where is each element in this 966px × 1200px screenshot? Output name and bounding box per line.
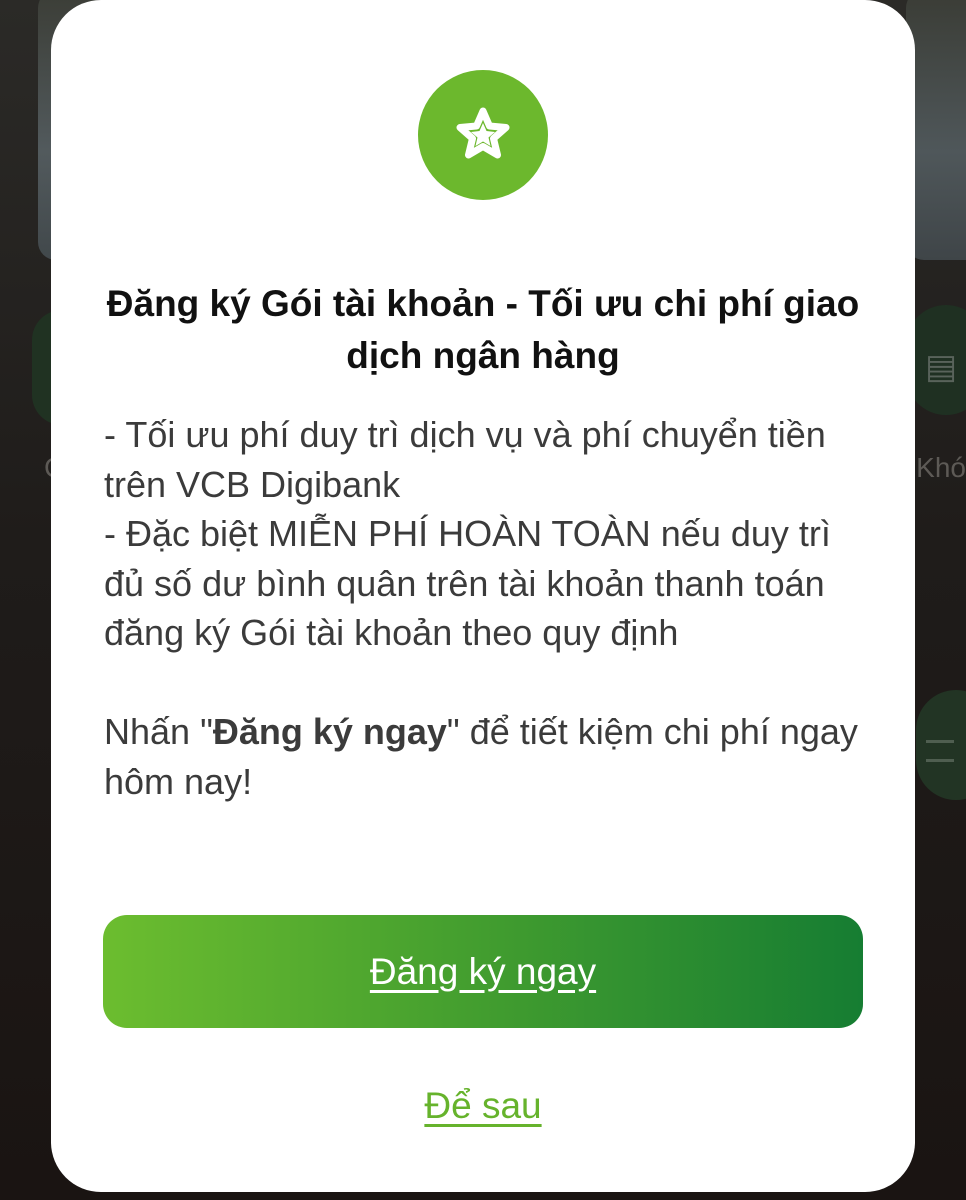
dialog-title: Đăng ký Gói tài khoản - Tối ưu chi phí g…	[106, 283, 860, 376]
cta-text: Nhấn "Đăng ký ngay" để tiết kiệm chi phí…	[104, 707, 874, 806]
card-icon: ▤	[924, 348, 958, 386]
benefit-line-1: - Tối ưu phí duy trì dịch vụ và phí chuy…	[104, 414, 826, 505]
cta-text-prefix: Nhấn "	[104, 711, 213, 752]
menu-icon	[926, 740, 954, 762]
background-card-right	[906, 0, 966, 260]
later-link[interactable]: Để sau	[51, 1085, 915, 1127]
star-badge-icon	[418, 70, 548, 200]
benefit-line-2: - Đặc biệt MIỄN PHÍ HOÀN TOÀN nếu duy tr…	[104, 513, 831, 653]
register-now-label: Đăng ký ngay	[369, 950, 597, 992]
background-label-right: Khó	[916, 452, 966, 483]
promo-dialog: Đăng ký Gói tài khoản - Tối ưu chi phí g…	[51, 0, 915, 1192]
register-now-button[interactable]: Đăng ký ngay	[103, 915, 863, 1028]
dialog-description: - Tối ưu phí duy trì dịch vụ và phí chuy…	[104, 410, 874, 806]
cta-text-bold: Đăng ký ngay	[212, 711, 447, 752]
